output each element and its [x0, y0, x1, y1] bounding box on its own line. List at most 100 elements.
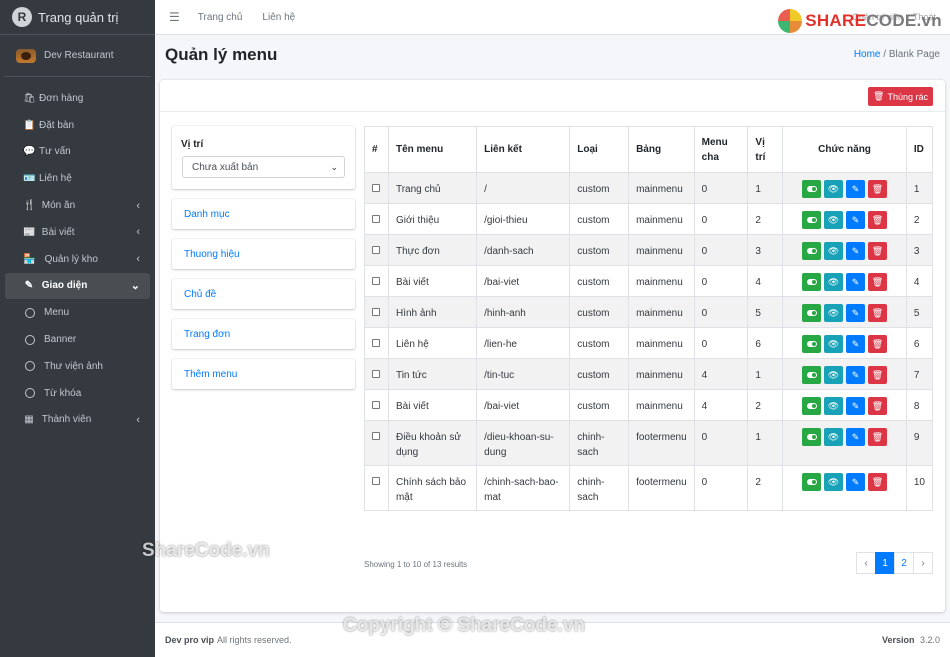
link-category[interactable]: Danh mục — [172, 199, 355, 229]
view-button[interactable]: 👁 — [824, 397, 844, 415]
actions-cell: 👁 ✎ 🗑 — [782, 172, 907, 204]
delete-button[interactable]: 🗑 — [868, 304, 888, 322]
trash-icon: 🗑 — [871, 369, 884, 380]
row-checkbox[interactable] — [372, 184, 380, 192]
edit-icon: ✎ — [851, 245, 860, 256]
trash-button[interactable]: 🗑 Thùng rác — [868, 87, 933, 106]
delete-button[interactable]: 🗑 — [868, 397, 888, 415]
delete-button[interactable]: 🗑 — [868, 335, 888, 353]
sidebar-item-keywords[interactable]: Từ khóa — [5, 380, 150, 407]
sidebar-item-members[interactable]: ▦ Thành viên ‹ — [5, 407, 150, 434]
row-checkbox[interactable] — [372, 246, 380, 254]
delete-button[interactable]: 🗑 — [868, 273, 888, 291]
edit-button[interactable]: ✎ — [846, 242, 866, 260]
delete-button[interactable]: 🗑 — [868, 473, 888, 491]
edit-button[interactable]: ✎ — [846, 335, 866, 353]
brand-link[interactable]: R Trang quản trị — [0, 0, 155, 35]
logo-main: SHARE — [805, 11, 867, 30]
row-checkbox[interactable] — [372, 277, 380, 285]
view-button[interactable]: 👁 — [824, 366, 844, 384]
menu-name-cell: Bài viết — [387, 389, 478, 421]
menu-table: # Tên menu Liên kết Loại Bảng Menu cha Vị trí C… — [364, 126, 934, 511]
delete-button[interactable]: 🗑 — [868, 428, 888, 446]
nav-link-home[interactable]: Trang chủ — [198, 12, 243, 23]
view-button[interactable]: 👁 — [824, 428, 844, 446]
sidebar-item-orders[interactable]: 🛍 Đơn hàng — [5, 85, 150, 112]
type-cell: custom — [569, 172, 630, 204]
row-checkbox[interactable] — [372, 432, 380, 440]
sidebar-item-label: Quản lý kho — [44, 253, 98, 265]
status-toggle-button[interactable] — [802, 397, 822, 415]
status-toggle-button[interactable] — [802, 335, 822, 353]
edit-button[interactable]: ✎ — [846, 211, 866, 229]
status-toggle-button[interactable] — [802, 180, 822, 198]
sidebar-item-contact[interactable]: 🪪 Liên hệ — [5, 165, 150, 192]
sidebar-item-gallery[interactable]: Thư viện ảnh — [5, 353, 150, 380]
delete-button[interactable]: 🗑 — [868, 366, 888, 384]
delete-button[interactable]: 🗑 — [868, 242, 888, 260]
link-topic[interactable]: Chủ đề — [172, 279, 355, 309]
view-button[interactable]: 👁 — [824, 242, 844, 260]
pagination-prev[interactable]: ‹ — [856, 552, 876, 574]
edit-button[interactable]: ✎ — [846, 180, 866, 198]
view-button[interactable]: 👁 — [824, 211, 844, 229]
position-select[interactable]: Chưa xuất bản ⌄ — [182, 156, 345, 178]
view-button[interactable]: 👁 — [824, 273, 844, 291]
view-button[interactable]: 👁 — [824, 335, 844, 353]
row-checkbox[interactable] — [372, 370, 380, 378]
delete-button[interactable]: 🗑 — [868, 211, 888, 229]
sidebar-item-banner[interactable]: Banner — [5, 326, 150, 353]
sidebar-item-posts[interactable]: 📰 Bài viết ‹ — [5, 219, 150, 246]
edit-button[interactable]: ✎ — [846, 428, 866, 446]
toggle-icon — [806, 479, 817, 485]
row-checkbox[interactable] — [372, 339, 380, 347]
view-button[interactable]: 👁 — [824, 473, 844, 491]
edit-button[interactable]: ✎ — [846, 397, 866, 415]
view-button[interactable]: 👁 — [824, 304, 844, 322]
breadcrumb-home[interactable]: Home — [854, 49, 881, 60]
link-add-menu[interactable]: Thêm menu — [172, 359, 355, 389]
row-checkbox[interactable] — [372, 401, 380, 409]
edit-button[interactable]: ✎ — [846, 473, 866, 491]
delete-button[interactable]: 🗑 — [868, 180, 888, 198]
breadcrumb-current: Blank Page — [888, 49, 940, 60]
trash-icon: 🗑 — [871, 476, 884, 487]
status-toggle-button[interactable] — [802, 242, 822, 260]
status-toggle-button[interactable] — [802, 304, 822, 322]
view-button[interactable]: 👁 — [824, 180, 844, 198]
edit-button[interactable]: ✎ — [846, 304, 866, 322]
pagination-page-2[interactable]: 2 — [894, 552, 914, 574]
sidebar-item-menu[interactable]: Menu — [5, 299, 150, 326]
pagination-page-1[interactable]: 1 — [875, 552, 895, 574]
status-toggle-button[interactable] — [802, 211, 822, 229]
select-cell — [364, 296, 389, 328]
edit-button[interactable]: ✎ — [846, 273, 866, 291]
sidebar-item-booking[interactable]: 📋 Đặt bàn — [5, 112, 150, 139]
row-checkbox[interactable] — [372, 308, 380, 316]
sidebar-item-appearance[interactable]: ✎ Giao diện ⌄ — [5, 272, 150, 300]
edit-button[interactable]: ✎ — [846, 366, 866, 384]
nav-link-contact[interactable]: Liên hệ — [262, 12, 295, 23]
user-panel[interactable]: Dev Restaurant — [4, 35, 151, 77]
footer-brand[interactable]: Dev pro vip — [165, 635, 214, 645]
row-checkbox[interactable] — [372, 477, 380, 485]
hamburger-icon[interactable]: ☰ — [169, 10, 180, 24]
comment-icon: 💬 — [23, 146, 36, 158]
pagination-next[interactable]: › — [913, 552, 933, 574]
menu-name-cell: Tin tức — [387, 358, 478, 390]
menu-name-cell: Thực đơn — [387, 234, 478, 266]
table-row: Chính sách bảo mật/chinh-sach-bao-mat chi… — [364, 465, 934, 511]
status-toggle-button[interactable] — [802, 366, 822, 384]
sidebar: R Trang quản trị Dev Restaurant 🛍 Đơn hàn… — [0, 0, 155, 657]
sidebar-item-warehouse[interactable]: 🏪 Quản lý kho ‹ — [5, 246, 150, 273]
menu-name-cell: Điều khoản sử dụng — [387, 420, 478, 466]
link-brand[interactable]: Thuong hiệu — [172, 239, 355, 269]
sidebar-item-dishes[interactable]: 🍴 Món ăn ‹ — [5, 192, 150, 219]
status-toggle-button[interactable] — [802, 273, 822, 291]
sidebar-item-consult[interactable]: 💬 Tư vấn — [5, 139, 150, 166]
link-page[interactable]: Trang đơn — [172, 319, 355, 349]
status-toggle-button[interactable] — [802, 473, 822, 491]
trash-icon: 🗑 — [871, 307, 884, 318]
row-checkbox[interactable] — [372, 215, 380, 223]
status-toggle-button[interactable] — [802, 428, 822, 446]
